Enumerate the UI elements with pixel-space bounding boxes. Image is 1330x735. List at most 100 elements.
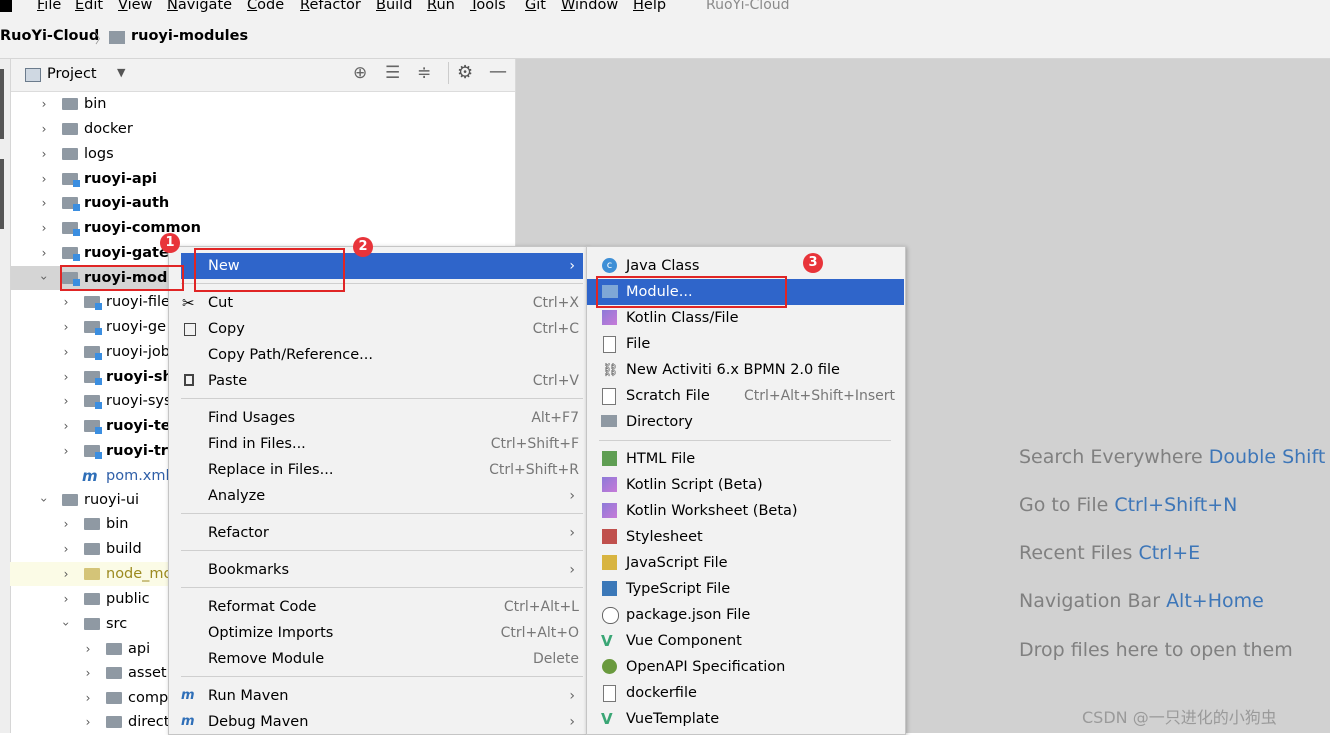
menu-item-reformat-code[interactable]: Reformat Code Ctrl+Alt+L [181, 594, 579, 620]
module-folder-icon [84, 445, 102, 459]
structure-tool-tab[interactable] [0, 159, 4, 229]
menu-item-refactor[interactable]: Refactor › [181, 520, 583, 546]
menu-item-debug-maven[interactable]: m Debug Maven › [181, 709, 583, 735]
menu-build[interactable]: Build [376, 0, 412, 13]
tree-row[interactable]: › ruoyi-job [60, 340, 170, 364]
tree-row[interactable]: › comp [82, 686, 169, 710]
module-folder-icon [84, 371, 102, 385]
package-json-icon [602, 607, 619, 624]
chevron-down-icon[interactable]: ▼ [117, 66, 125, 79]
tree-row[interactable]: › ruoyi-gatew [38, 241, 182, 265]
tree-row[interactable]: › ruoyi-sh [60, 365, 173, 389]
tree-row[interactable]: › ruoyi-auth [38, 191, 498, 215]
breadcrumb-current[interactable]: ruoyi-modules [131, 28, 248, 44]
tree-row[interactable]: › ruoyi-common [38, 216, 498, 240]
menu-item-remove-module[interactable]: Remove Module Delete [181, 646, 579, 672]
menu-item-cut[interactable]: ✂ Cut Ctrl+X [181, 290, 579, 316]
gear-icon[interactable]: ⚙ [457, 62, 473, 83]
intellij-logo-icon [0, 0, 12, 12]
project-tool-tab[interactable] [0, 69, 4, 139]
tree-row[interactable]: › bin [60, 512, 168, 536]
annotation-badge-3: 3 [803, 253, 823, 273]
menu-help[interactable]: Help [633, 0, 666, 13]
menu-edit[interactable]: Edit [75, 0, 103, 13]
locate-icon[interactable]: ⊕ [353, 63, 367, 83]
menu-code[interactable]: Code [247, 0, 284, 13]
module-folder-icon [84, 321, 102, 335]
menu-git[interactable]: Git [525, 0, 546, 13]
menu-item-analyze[interactable]: Analyze › [181, 483, 583, 509]
menu-item-optimize-imports[interactable]: Optimize Imports Ctrl+Alt+O [181, 620, 579, 646]
submenu-javascript-file[interactable]: JavaScript File [599, 550, 895, 576]
menu-navigate[interactable]: Navigate [167, 0, 232, 13]
maven-run-icon: m [181, 688, 195, 703]
tree-row[interactable]: › ruoyi-ui [37, 488, 168, 512]
menu-refactor[interactable]: Refactor [300, 0, 361, 13]
expand-all-icon[interactable]: ☰ [385, 63, 400, 83]
tree-row[interactable]: › ruoyi-api [38, 167, 498, 191]
menu-item-find-in-files[interactable]: Find in Files... Ctrl+Shift+F [181, 431, 579, 457]
submenu-bpmn-file[interactable]: ⛓ New Activiti 6.x BPMN 2.0 file [599, 357, 895, 383]
tree-row[interactable]: › ruoyi-tr [60, 439, 168, 463]
project-panel-title[interactable]: Project [47, 66, 97, 82]
folder-icon [84, 543, 100, 555]
tree-row[interactable]: › bin [38, 92, 498, 116]
minimize-icon[interactable]: — [489, 61, 507, 82]
submenu-vue-component[interactable]: V Vue Component [599, 628, 895, 654]
submenu-kotlin-script[interactable]: Kotlin Script (Beta) [599, 472, 895, 498]
tree-row[interactable]: › logs [38, 142, 498, 166]
tree-row[interactable]: › ruoyi-sys [60, 389, 172, 413]
submenu-scratch-file[interactable]: Scratch File Ctrl+Alt+Shift+Insert [599, 383, 895, 409]
tree-row[interactable]: m pom.xml [60, 464, 170, 488]
submenu-html-file[interactable]: HTML File [599, 446, 895, 472]
menu-item-run-maven[interactable]: m Run Maven › [181, 683, 583, 709]
folder-icon [106, 643, 122, 655]
menu-item-copy[interactable]: Copy Ctrl+C [181, 316, 579, 342]
menu-item-bookmarks[interactable]: Bookmarks › [181, 557, 583, 583]
tree-row[interactable]: › asset [82, 661, 168, 685]
tree-row[interactable]: › docker [38, 117, 498, 141]
tree-row[interactable]: › ruoyi-file [60, 290, 170, 314]
submenu-stylesheet[interactable]: Stylesheet [599, 524, 895, 550]
kotlin-icon [602, 310, 617, 325]
submenu-typescript-file[interactable]: TypeScript File [599, 576, 895, 602]
submenu-dockerfile[interactable]: dockerfile [599, 680, 895, 706]
submenu-kotlin-worksheet[interactable]: Kotlin Worksheet (Beta) [599, 498, 895, 524]
separator [181, 676, 583, 677]
tree-row[interactable]: › public [60, 587, 168, 611]
menu-item-copy-path[interactable]: Copy Path/Reference... [181, 342, 579, 368]
submenu-vue-template[interactable]: V VueTemplate [599, 706, 895, 732]
menu-item-replace-in-files[interactable]: Replace in Files... Ctrl+Shift+R [181, 457, 579, 483]
folder-icon [62, 148, 78, 160]
chevron-right-icon: › [569, 488, 575, 504]
submenu-kotlin-class[interactable]: Kotlin Class/File [599, 305, 895, 331]
collapse-all-icon[interactable]: ≑ [417, 63, 431, 83]
menu-view[interactable]: View [118, 0, 152, 13]
menu-run[interactable]: Run [427, 0, 455, 13]
separator [181, 587, 583, 588]
submenu-package-json[interactable]: package.json File [599, 602, 895, 628]
menu-item-paste[interactable]: Paste Ctrl+V [181, 368, 579, 394]
chevron-right-icon: › [569, 714, 575, 730]
menu-item-find-usages[interactable]: Find Usages Alt+F7 [181, 405, 579, 431]
tree-row[interactable]: › ruoyi-te [60, 414, 171, 438]
tree-row-excluded[interactable]: › node_mo [10, 562, 172, 586]
breadcrumb-root[interactable]: RuoYi-Cloud [0, 28, 99, 44]
left-tool-strip [0, 59, 11, 733]
tree-row[interactable]: › direct [82, 710, 170, 734]
maven-icon: m [82, 467, 98, 485]
submenu-openapi[interactable]: OpenAPI Specification [599, 654, 895, 680]
hint-search-everywhere: Search Everywhere Double Shift [1019, 446, 1326, 468]
menu-file[interactable]: File [37, 0, 61, 13]
tree-row[interactable]: › src [59, 612, 168, 636]
scratch-file-icon [602, 388, 616, 405]
menu-window[interactable]: Window [561, 0, 618, 13]
folder-icon [84, 593, 100, 605]
tree-row[interactable]: › ruoyi-ge [60, 315, 168, 339]
tree-row[interactable]: › api [82, 637, 168, 661]
menu-tools[interactable]: Tools [470, 0, 506, 13]
submenu-directory[interactable]: Directory [599, 409, 895, 435]
submenu-file[interactable]: File [599, 331, 895, 357]
header-divider [448, 62, 449, 84]
tree-row[interactable]: › build [60, 537, 168, 561]
